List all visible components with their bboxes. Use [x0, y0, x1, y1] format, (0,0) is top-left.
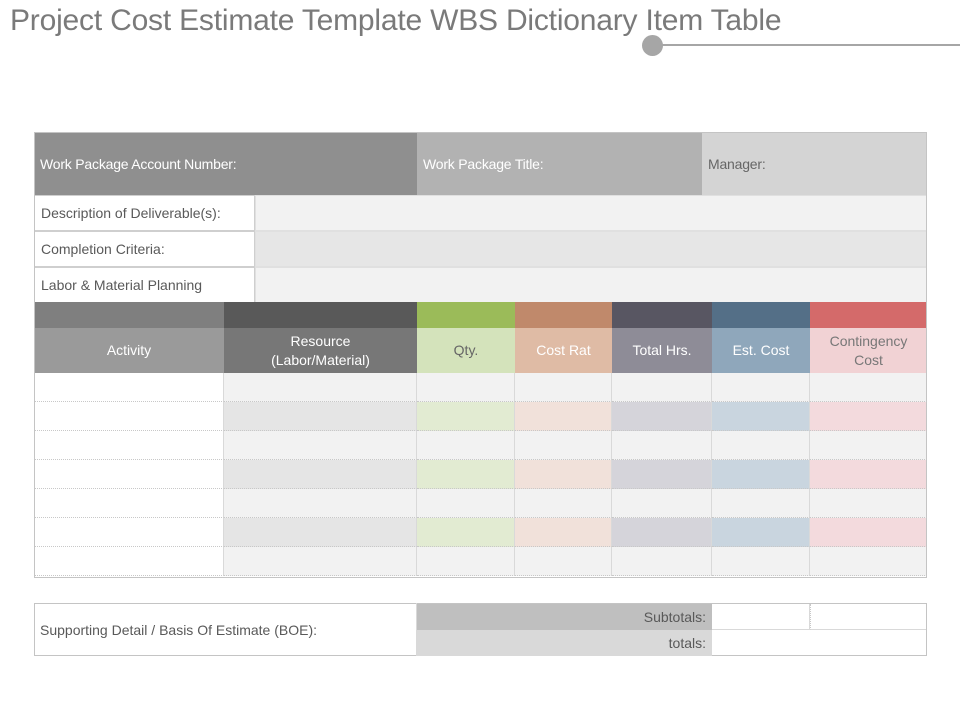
info-row-label: Description of Deliverable(s):: [34, 195, 255, 231]
table-cell[interactable]: [515, 431, 612, 460]
column-header: Cost Rat: [515, 328, 612, 373]
column-header: Resource (Labor/Material): [224, 328, 417, 373]
column-header-label: Total Hrs.: [632, 342, 692, 358]
table-cell[interactable]: [810, 489, 927, 518]
color-strip: [224, 302, 417, 328]
boe-label: Supporting Detail / Basis Of Estimate (B…: [34, 603, 417, 656]
color-strip: [417, 302, 515, 328]
column-header: Activity: [34, 328, 224, 373]
work-package-title-field[interactable]: Work Package Title:: [417, 132, 702, 195]
table-cell[interactable]: [34, 460, 224, 489]
table-cell[interactable]: [810, 547, 927, 576]
table-cell[interactable]: [34, 518, 224, 547]
color-strip: [34, 302, 224, 328]
table-cell[interactable]: [612, 402, 712, 431]
column-header-label: Qty.: [453, 342, 479, 358]
color-strip: [810, 302, 927, 328]
table-cell[interactable]: [417, 431, 515, 460]
table-cell[interactable]: [712, 402, 810, 431]
column-header-label: Cost Rat: [536, 342, 591, 358]
manager-field[interactable]: Manager:: [702, 132, 927, 195]
column-header: Est. Cost: [712, 328, 810, 373]
table-cell[interactable]: [712, 489, 810, 518]
table-cell[interactable]: [417, 489, 515, 518]
column-header: Total Hrs.: [612, 328, 712, 373]
table-cell[interactable]: [417, 547, 515, 576]
table-cell[interactable]: [417, 402, 515, 431]
column-header-label: Contingency Cost: [829, 332, 908, 368]
color-strip: [515, 302, 612, 328]
table-cell[interactable]: [34, 402, 224, 431]
table-cell[interactable]: [612, 373, 712, 402]
table-cell[interactable]: [515, 402, 612, 431]
totals-cell[interactable]: [712, 630, 926, 656]
table-cell[interactable]: [515, 373, 612, 402]
table-cell[interactable]: [712, 460, 810, 489]
table-cell[interactable]: [515, 518, 612, 547]
table-cell[interactable]: [612, 489, 712, 518]
table-cell[interactable]: [224, 518, 417, 547]
table-cell[interactable]: [712, 373, 810, 402]
account-number-field[interactable]: Work Package Account Number:: [34, 132, 417, 195]
table-cell[interactable]: [515, 489, 612, 518]
subtotal-est-cost-cell[interactable]: [712, 604, 810, 630]
table-cell[interactable]: [810, 460, 927, 489]
info-row-label: Labor & Material Planning: [34, 267, 255, 303]
completion-criteria-input[interactable]: [255, 231, 927, 267]
subtotals-label: Subtotals:: [417, 604, 712, 630]
info-row-completion: Completion Criteria:: [34, 231, 927, 267]
table-cell[interactable]: [515, 547, 612, 576]
table-cell[interactable]: [34, 489, 224, 518]
table-cell[interactable]: [712, 547, 810, 576]
column-header: Qty.: [417, 328, 515, 373]
column-header-label: Activity: [106, 342, 152, 358]
color-strip: [712, 302, 810, 328]
column-header-label: Resource (Labor/Material): [271, 332, 370, 368]
table-cell[interactable]: [712, 431, 810, 460]
table-cell[interactable]: [810, 402, 927, 431]
table-cell[interactable]: [34, 373, 224, 402]
info-row-deliverables: Description of Deliverable(s):: [34, 195, 927, 231]
table-cell[interactable]: [224, 547, 417, 576]
column-header: Contingency Cost: [810, 328, 927, 373]
table-cell[interactable]: [612, 431, 712, 460]
table-cell[interactable]: [810, 373, 927, 402]
labor-material-planning-input[interactable]: [255, 267, 927, 303]
table-cell[interactable]: [224, 402, 417, 431]
table-cell[interactable]: [224, 373, 417, 402]
manager-label: Manager:: [708, 155, 766, 172]
deliverables-input[interactable]: [255, 195, 927, 231]
table-cell[interactable]: [224, 460, 417, 489]
table-cell[interactable]: [612, 460, 712, 489]
account-number-label: Work Package Account Number:: [40, 155, 237, 172]
table-cell[interactable]: [712, 518, 810, 547]
title-divider: [652, 44, 960, 46]
title-dot-decoration: [642, 35, 663, 56]
table-cell[interactable]: [810, 431, 927, 460]
table-cell[interactable]: [34, 547, 224, 576]
table-cell[interactable]: [417, 518, 515, 547]
table-cell[interactable]: [515, 460, 612, 489]
table-cell[interactable]: [612, 547, 712, 576]
table-cell[interactable]: [224, 431, 417, 460]
color-strip: [612, 302, 712, 328]
table-cell[interactable]: [417, 373, 515, 402]
work-package-title-label: Work Package Title:: [423, 155, 544, 172]
table-cell[interactable]: [224, 489, 417, 518]
info-row-label: Completion Criteria:: [34, 231, 255, 267]
table-cell[interactable]: [417, 460, 515, 489]
table-cell[interactable]: [810, 518, 927, 547]
page-title: Project Cost Estimate Template WBS Dicti…: [10, 4, 782, 37]
table-cell[interactable]: [612, 518, 712, 547]
totals-label: totals:: [417, 630, 712, 656]
table-cell[interactable]: [34, 431, 224, 460]
subtotal-contingency-cell[interactable]: [810, 604, 926, 630]
info-row-planning: Labor & Material Planning: [34, 267, 927, 303]
column-header-label: Est. Cost: [732, 342, 790, 358]
